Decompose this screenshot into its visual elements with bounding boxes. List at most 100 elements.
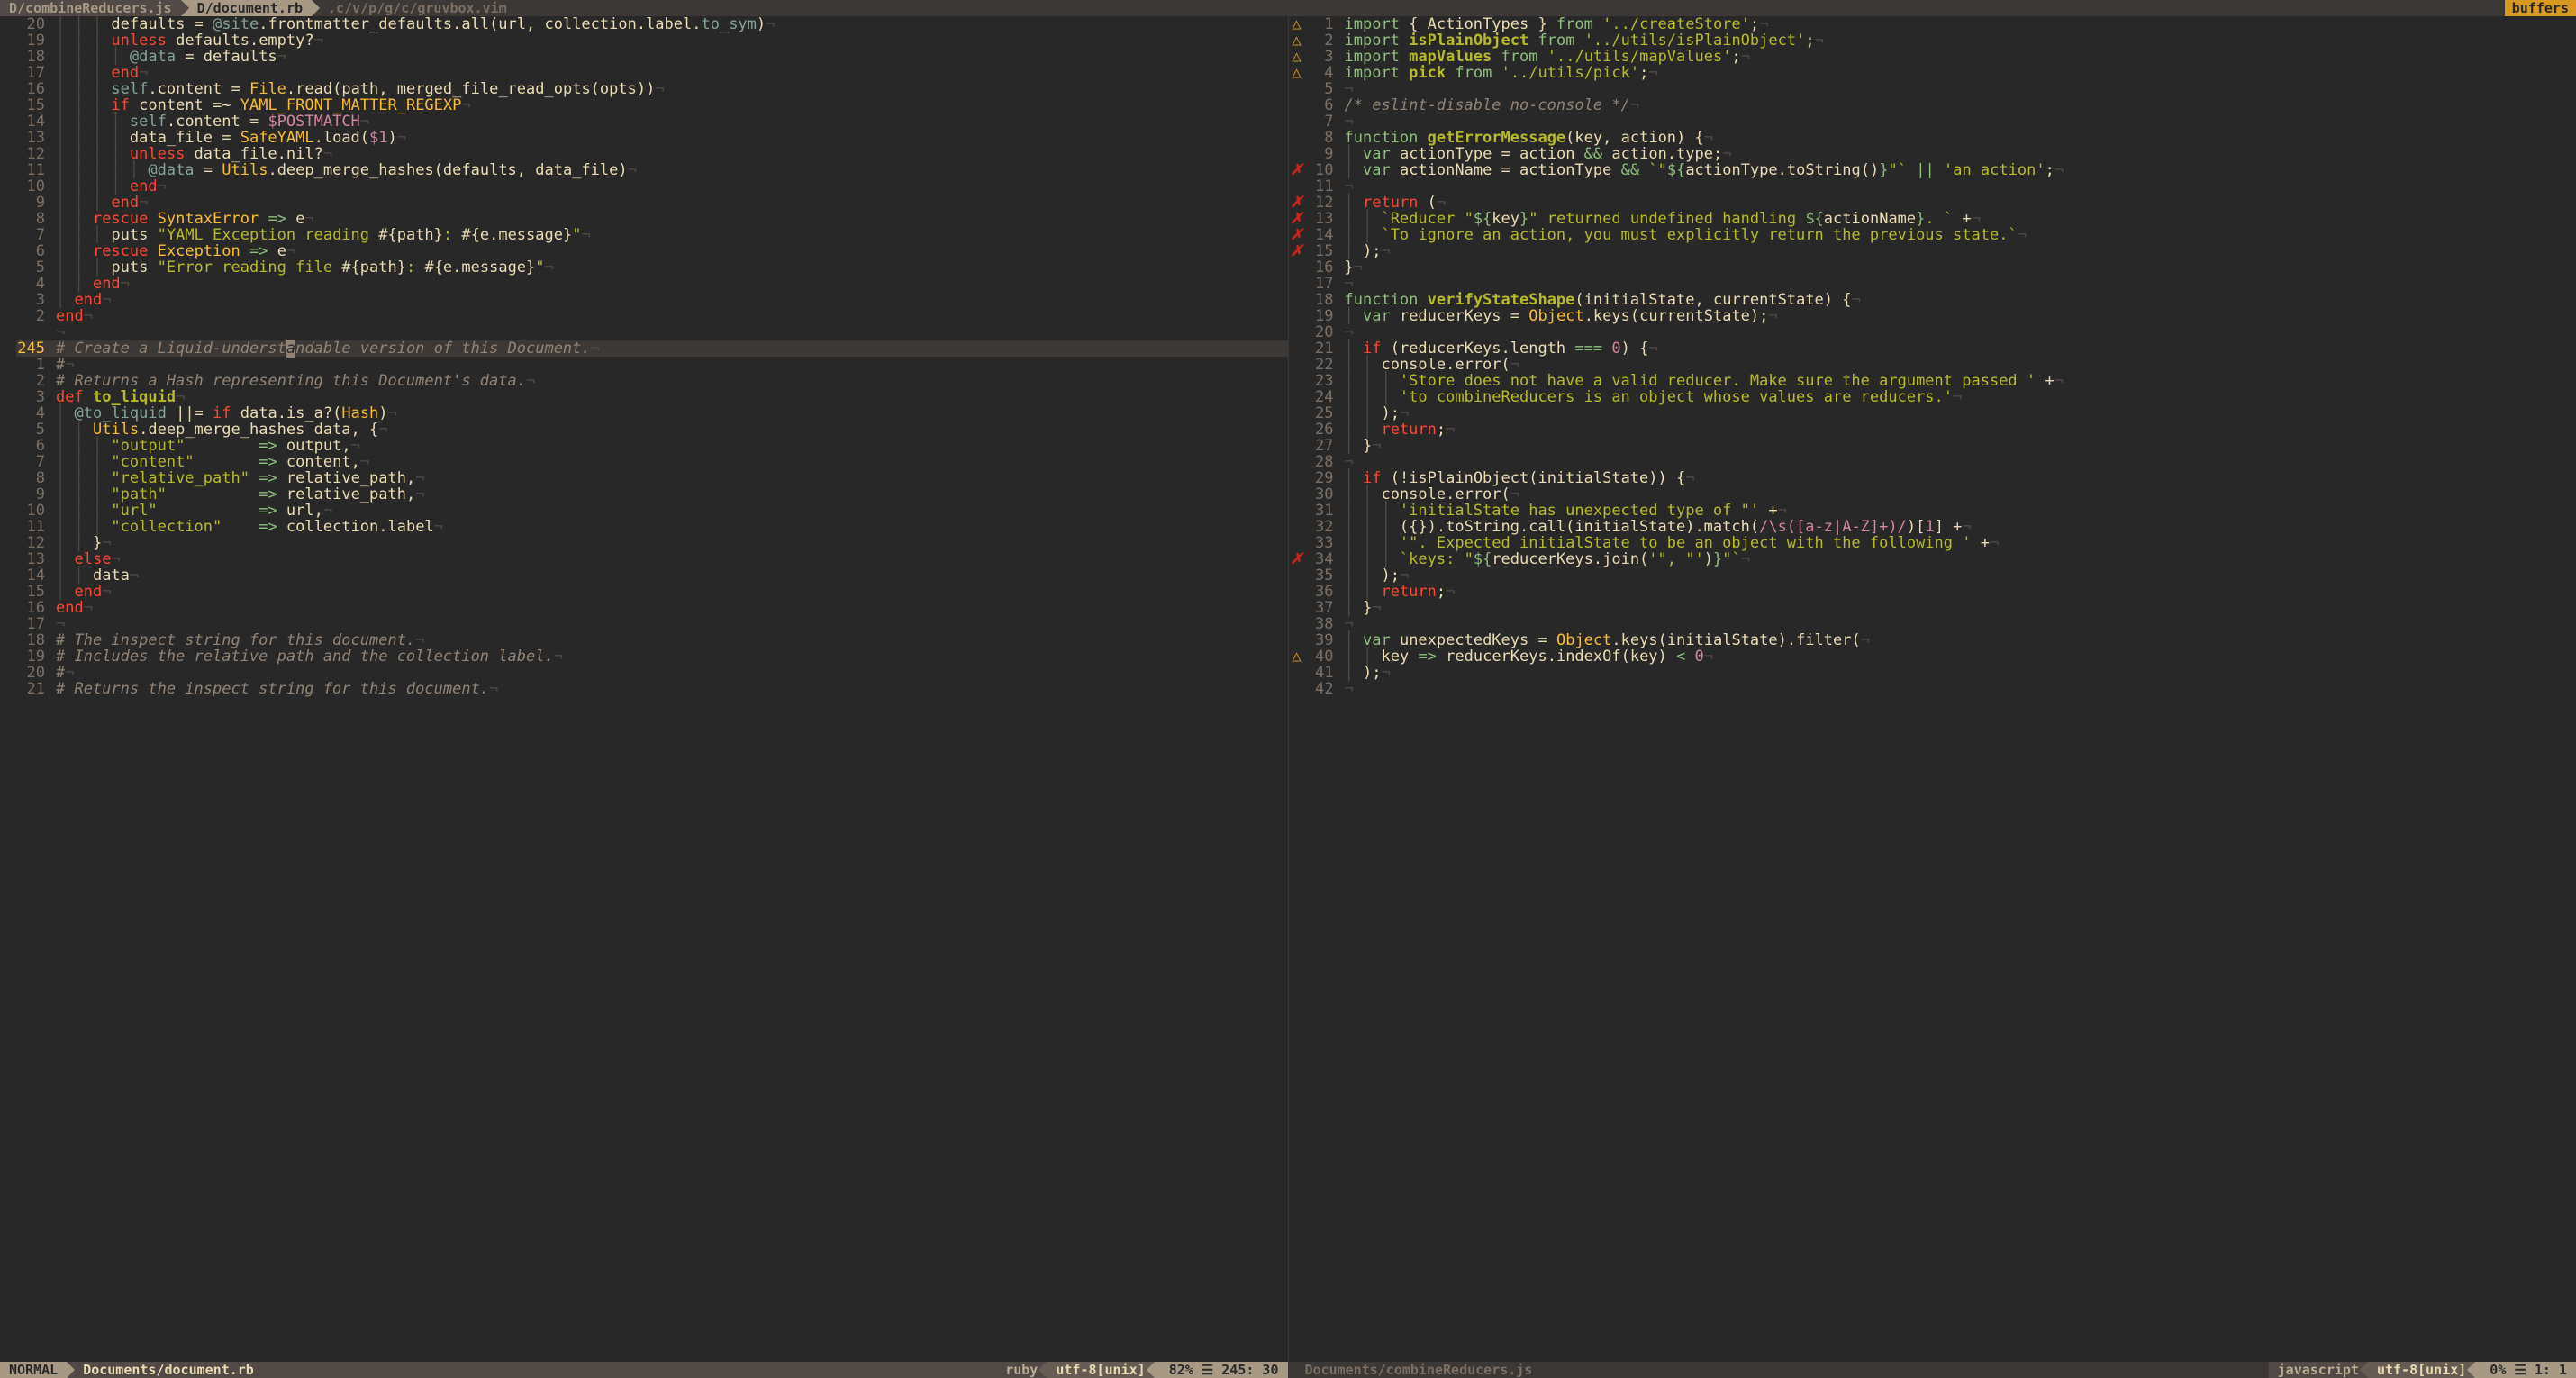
code-line[interactable]: 35│ │ );¬ <box>1289 567 2576 584</box>
code-content[interactable]: │ │ │ 'Store does not have a valid reduc… <box>1341 373 2576 389</box>
code-line[interactable]: 12│ │ }¬ <box>0 535 1288 551</box>
code-content[interactable]: │ );¬ <box>1341 243 2576 259</box>
code-content[interactable]: │ var actionType = action && action.type… <box>1341 146 2576 162</box>
code-content[interactable]: │ │ │ │ │ @data = Utils.deep_merge_hashe… <box>52 162 1288 178</box>
code-content[interactable]: ¬ <box>1341 276 2576 292</box>
code-line[interactable]: 20│ │ │ defaults = @site.frontmatter_def… <box>0 16 1288 32</box>
code-content[interactable]: ¬ <box>1341 178 2576 195</box>
code-content[interactable]: │ │ );¬ <box>1341 405 2576 422</box>
code-content[interactable]: │ │ return;¬ <box>1341 584 2576 600</box>
code-content[interactable]: │ end¬ <box>52 584 1288 600</box>
code-content[interactable]: │ │ │ │ end¬ <box>52 178 1288 195</box>
buffers-indicator[interactable]: buffers <box>2505 0 2576 16</box>
code-content[interactable]: # Create a Liquid-understandable version… <box>52 340 1288 357</box>
code-content[interactable]: │ }¬ <box>1341 438 2576 454</box>
code-content[interactable]: │ │ );¬ <box>1341 567 2576 584</box>
code-content[interactable]: │ if (reducerKeys.length === 0) {¬ <box>1341 340 2576 357</box>
code-line[interactable]: 38¬ <box>1289 616 2576 632</box>
code-line[interactable]: 9│ │ │ end¬ <box>0 195 1288 211</box>
code-content[interactable]: │ │ │ 'to combineReducers is an object w… <box>1341 389 2576 405</box>
code-content[interactable]: │ │ return;¬ <box>1341 422 2576 438</box>
code-line[interactable]: 37│ }¬ <box>1289 600 2576 616</box>
code-line[interactable]: 2end¬ <box>0 308 1288 324</box>
code-line[interactable]: 20#¬ <box>0 665 1288 681</box>
code-line[interactable]: 2# Returns a Hash representing this Docu… <box>0 373 1288 389</box>
code-content[interactable]: ¬ <box>1341 81 2576 97</box>
code-content[interactable]: function getErrorMessage(key, action) {¬ <box>1341 130 2576 146</box>
tab-path[interactable]: .c/v/p/g/c/gruvbox.vim <box>312 0 516 16</box>
code-content[interactable]: │ end¬ <box>52 292 1288 308</box>
code-line[interactable]: 19# Includes the relative path and the c… <box>0 648 1288 665</box>
code-line[interactable]: 6│ │ rescue Exception => e¬ <box>0 243 1288 259</box>
code-line[interactable]: 5│ │ Utils.deep_merge_hashes data, {¬ <box>0 422 1288 438</box>
code-line[interactable]: 16end¬ <box>0 600 1288 616</box>
code-content[interactable]: │ @to_liquid ||= if data.is_a?(Hash)¬ <box>52 405 1288 422</box>
code-line[interactable]: 5¬ <box>1289 81 2576 97</box>
code-content[interactable]: # Returns a Hash representing this Docum… <box>52 373 1288 389</box>
code-line[interactable]: 25│ │ );¬ <box>1289 405 2576 422</box>
code-content[interactable]: │ │ rescue SyntaxError => e¬ <box>52 211 1288 227</box>
code-content[interactable]: │ │ end¬ <box>52 276 1288 292</box>
code-line[interactable]: △40│ │ key => reducerKeys.indexOf(key) <… <box>1289 648 2576 665</box>
code-line[interactable]: 18function verifyStateShape(initialState… <box>1289 292 2576 308</box>
code-line[interactable]: 3def to_liquid¬ <box>0 389 1288 405</box>
code-content[interactable]: │ │ │ defaults = @site.frontmatter_defau… <box>52 16 1288 32</box>
code-line[interactable]: △2import isPlainObject from '../utils/is… <box>1289 32 2576 49</box>
buffer-tab[interactable]: D/document.rb <box>181 0 312 16</box>
code-content[interactable]: │ │ │ puts "Error reading file #{path}: … <box>52 259 1288 276</box>
code-line[interactable]: 9│ var actionType = action && action.typ… <box>1289 146 2576 162</box>
code-line[interactable]: 13│ │ │ │ data_file = SafeYAML.load($1)¬ <box>0 130 1288 146</box>
code-line[interactable]: 8│ │ rescue SyntaxError => e¬ <box>0 211 1288 227</box>
code-content[interactable]: # Returns the inspect string for this do… <box>52 681 1288 697</box>
code-content[interactable]: │ │ │ end¬ <box>52 65 1288 81</box>
code-line[interactable]: 27│ }¬ <box>1289 438 2576 454</box>
left-code-area[interactable]: 20│ │ │ defaults = @site.frontmatter_def… <box>0 16 1288 1362</box>
code-line[interactable]: 36│ │ return;¬ <box>1289 584 2576 600</box>
code-line[interactable]: 30│ │ console.error(¬ <box>1289 486 2576 503</box>
code-content[interactable]: # Includes the relative path and the col… <box>52 648 1288 665</box>
code-line[interactable]: 41│ );¬ <box>1289 665 2576 681</box>
code-content[interactable]: │ );¬ <box>1341 665 2576 681</box>
code-line[interactable]: ✗12│ return (¬ <box>1289 195 2576 211</box>
code-content[interactable]: │ }¬ <box>1341 600 2576 616</box>
code-content[interactable]: /* eslint-disable no-console */¬ <box>1341 97 2576 113</box>
code-line[interactable]: 26│ │ return;¬ <box>1289 422 2576 438</box>
code-content[interactable]: │ │ │ '". Expected initialState to be an… <box>1341 535 2576 551</box>
code-content[interactable]: │ │ │ "output" => output,¬ <box>52 438 1288 454</box>
code-content[interactable]: │ │ │ "relative_path" => relative_path,¬ <box>52 470 1288 486</box>
code-line[interactable]: 10│ │ │ "url" => url,¬ <box>0 503 1288 519</box>
code-content[interactable]: }¬ <box>1341 259 2576 276</box>
code-content[interactable]: ¬ <box>1341 454 2576 470</box>
code-line[interactable]: 24│ │ │ 'to combineReducers is an object… <box>1289 389 2576 405</box>
code-line[interactable]: 31│ │ │ 'initialState has unexpected typ… <box>1289 503 2576 519</box>
code-content[interactable]: │ │ │ if content =~ YAML_FRONT_MATTER_RE… <box>52 97 1288 113</box>
code-content[interactable]: │ │ │ `keys: "${reducerKeys.join('", "')… <box>1341 551 2576 567</box>
code-line[interactable]: 7│ │ │ "content" => content,¬ <box>0 454 1288 470</box>
code-line[interactable]: 14│ │ │ │ self.content = $POSTMATCH¬ <box>0 113 1288 130</box>
code-content[interactable]: │ │ │ 'initialState has unexpected type … <box>1341 503 2576 519</box>
code-content[interactable]: │ else¬ <box>52 551 1288 567</box>
code-content[interactable]: │ var unexpectedKeys = Object.keys(initi… <box>1341 632 2576 648</box>
code-line[interactable]: 21# Returns the inspect string for this … <box>0 681 1288 697</box>
code-line[interactable]: 9│ │ │ "path" => relative_path,¬ <box>0 486 1288 503</box>
code-line[interactable]: 18│ │ │ │ @data = defaults¬ <box>0 49 1288 65</box>
code-content[interactable]: end¬ <box>52 308 1288 324</box>
code-line[interactable]: 42¬ <box>1289 681 2576 697</box>
code-content[interactable]: import pick from '../utils/pick';¬ <box>1341 65 2576 81</box>
code-line[interactable]: 4│ @to_liquid ||= if data.is_a?(Hash)¬ <box>0 405 1288 422</box>
code-content[interactable]: │ │ }¬ <box>52 535 1288 551</box>
code-line[interactable]: 23│ │ │ 'Store does not have a valid red… <box>1289 373 2576 389</box>
code-line[interactable]: 15│ end¬ <box>0 584 1288 600</box>
code-content[interactable]: │ │ │ │ unless data_file.nil?¬ <box>52 146 1288 162</box>
code-content[interactable]: ¬ <box>1341 616 2576 632</box>
code-line[interactable]: 16}¬ <box>1289 259 2576 276</box>
code-line[interactable]: 6/* eslint-disable no-console */¬ <box>1289 97 2576 113</box>
code-line[interactable]: 14│ │ data¬ <box>0 567 1288 584</box>
code-content[interactable]: │ │ │ ({}).toString.call(initialState).m… <box>1341 519 2576 535</box>
code-content[interactable]: │ var reducerKeys = Object.keys(currentS… <box>1341 308 2576 324</box>
code-content[interactable]: import { ActionTypes } from '../createSt… <box>1341 16 2576 32</box>
code-line[interactable]: ✗13│ │ `Reducer "${key}" returned undefi… <box>1289 211 2576 227</box>
code-line[interactable]: 33│ │ │ '". Expected initialState to be … <box>1289 535 2576 551</box>
code-content[interactable]: │ │ │ unless defaults.empty?¬ <box>52 32 1288 49</box>
code-line[interactable]: ¬ <box>0 324 1288 340</box>
